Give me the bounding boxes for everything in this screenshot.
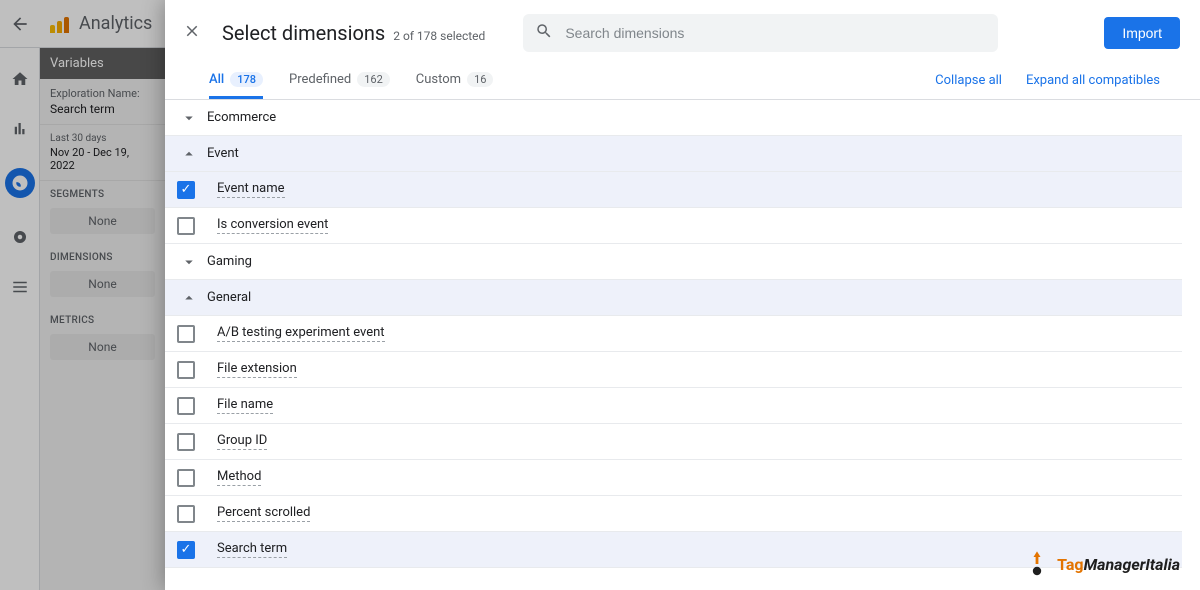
dimension-item-label: A/B testing experiment event (217, 325, 385, 342)
tab-custom-label: Custom (416, 72, 461, 87)
dimension-item-row[interactable]: File extension (165, 352, 1182, 388)
search-icon (535, 22, 553, 44)
checkbox[interactable] (177, 325, 195, 343)
checkbox[interactable] (177, 541, 195, 559)
modal-subtitle: 2 of 178 selected (393, 29, 485, 43)
watermark: TagManagerItalia (1023, 550, 1180, 578)
checkbox[interactable] (177, 397, 195, 415)
checkbox[interactable] (177, 505, 195, 523)
dimension-item-row[interactable]: A/B testing experiment event (165, 316, 1182, 352)
tab-predefined-count: 162 (357, 72, 390, 87)
tab-all-count: 178 (230, 72, 263, 87)
group-row[interactable]: General (165, 280, 1182, 316)
group-row[interactable]: Ecommerce (165, 100, 1182, 136)
dimension-item-label: Percent scrolled (217, 505, 310, 522)
close-icon[interactable] (180, 22, 204, 45)
chevron-up-icon (177, 145, 201, 163)
checkbox[interactable] (177, 361, 195, 379)
dimension-item-row[interactable]: Percent scrolled (165, 496, 1182, 532)
dimension-item-label: Method (217, 469, 261, 486)
group-row[interactable]: Event (165, 136, 1182, 172)
group-label: General (207, 290, 251, 305)
checkbox[interactable] (177, 469, 195, 487)
import-button[interactable]: Import (1104, 17, 1180, 49)
modal-title: Select dimensions (222, 21, 385, 45)
checkbox[interactable] (177, 433, 195, 451)
collapse-all-link[interactable]: Collapse all (935, 73, 1002, 88)
checkbox[interactable] (177, 217, 195, 235)
checkbox[interactable] (177, 181, 195, 199)
tab-predefined-label: Predefined (289, 72, 351, 87)
search-box[interactable] (523, 14, 998, 52)
dimension-item-row[interactable]: Event name (165, 172, 1182, 208)
chevron-up-icon (177, 289, 201, 307)
dimension-item-row[interactable]: Is conversion event (165, 208, 1182, 244)
dimension-item-row[interactable]: File name (165, 388, 1182, 424)
dimension-item-label: Event name (217, 181, 285, 198)
group-label: Gaming (207, 254, 252, 269)
dimension-item-row[interactable]: Group ID (165, 424, 1182, 460)
dimension-item-label: Group ID (217, 433, 267, 450)
expand-all-link[interactable]: Expand all compatibles (1026, 73, 1160, 88)
group-label: Ecommerce (207, 110, 276, 125)
chevron-down-icon (177, 253, 201, 271)
tab-predefined[interactable]: Predefined 162 (289, 62, 390, 99)
select-dimensions-modal: Select dimensions 2 of 178 selected Impo… (165, 0, 1200, 590)
tab-custom[interactable]: Custom 16 (416, 62, 494, 99)
tab-all[interactable]: All 178 (209, 62, 263, 99)
group-row[interactable]: Gaming (165, 244, 1182, 280)
tab-all-label: All (209, 72, 224, 87)
group-label: Event (207, 146, 239, 161)
dimension-item-label: Search term (217, 541, 287, 558)
dimension-item-label: File name (217, 397, 273, 414)
chevron-down-icon (177, 109, 201, 127)
search-input[interactable] (563, 24, 986, 42)
tab-custom-count: 16 (467, 72, 493, 87)
dimension-item-row[interactable]: Method (165, 460, 1182, 496)
dimension-item-label: Is conversion event (217, 217, 328, 234)
dimension-item-label: File extension (217, 361, 297, 378)
